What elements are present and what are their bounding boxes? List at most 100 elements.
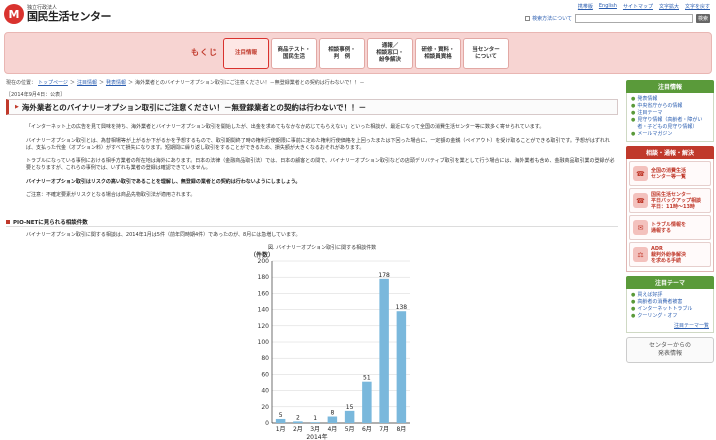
bar <box>327 416 338 423</box>
sidebar-notice-item[interactable]: ● 注目テーマ <box>631 110 709 117</box>
sidebar-notice-item[interactable]: ● 中央省庁からの情報 <box>631 103 709 110</box>
breadcrumb-separator: ＞ <box>98 80 104 86</box>
x-tick-label: 5月 <box>345 426 355 433</box>
section-heading: PIO-NETに見られる相談件数 <box>6 217 618 227</box>
y-tick-label: 40 <box>261 388 269 395</box>
theme-list-link[interactable]: 注目テーマ一覧 <box>631 322 709 329</box>
search-method-link[interactable]: 検索方法について <box>525 15 572 22</box>
sidebar-notice-link: メールマガジン <box>637 131 673 137</box>
phone-icon: ☎ <box>633 193 648 208</box>
sidebar-notice-link: 注目テーマ <box>637 110 663 116</box>
release-banner[interactable]: センターからの 発表情報 <box>626 337 714 363</box>
bar <box>396 311 407 423</box>
bullet-icon: ● <box>631 299 636 305</box>
search-input[interactable] <box>575 14 693 23</box>
breadcrumb-link-featured[interactable]: 注目情報 <box>77 79 97 86</box>
arrow-right-icon: ▶ <box>15 104 19 110</box>
y-tick-label: 80 <box>261 355 269 362</box>
bar-value-label: 8 <box>330 410 334 417</box>
contact-label: トラブル情報を 通報する <box>651 221 687 234</box>
utility-link-text-reset[interactable]: 文字を戻す <box>685 3 710 10</box>
bar-value-label: 15 <box>346 404 354 411</box>
nav-tabs: 注目情報 商品テスト・ 国民生活 相談事例・ 判 例 通報／ 相談窓口・ 紛争解… <box>223 38 509 69</box>
utility-link-sitemap[interactable]: サイトマップ <box>623 3 653 10</box>
bullet-icon: ● <box>631 306 636 312</box>
breadcrumb-link-releases[interactable]: 発表情報 <box>106 79 126 86</box>
contact-item-backup[interactable]: ☎ 国民生活センター 平日バックアップ相談 平日：11時～13時 <box>629 188 711 213</box>
contact-item-adr[interactable]: ⚖ ADR 裁判外紛争解決 を求める手続 <box>629 242 711 267</box>
sidebar-theme-item[interactable]: ● 買えば好評 <box>631 292 709 299</box>
sidebar-theme-link: 高齢者の消費者被害 <box>637 299 683 305</box>
sidebar-notice-list: ● 発表情報 ● 中央省庁からの情報 ● 注目テーマ ● 見守り情報（高齢者・障がい者・… <box>626 93 714 142</box>
bar-value-label: 178 <box>378 272 390 279</box>
nav-tab-about[interactable]: 当センター について <box>463 38 509 69</box>
sidebar-notice-link: 見守り情報（高齢者・障がい者・子どもの見守り情報） <box>637 117 703 130</box>
y-tick-label: 180 <box>258 274 270 281</box>
nav-tab-featured[interactable]: 注目情報 <box>223 38 269 69</box>
breadcrumb-link-top[interactable]: トップページ <box>38 79 68 86</box>
y-tick-label: 200 <box>258 258 270 265</box>
search-button[interactable]: 検索 <box>696 14 710 23</box>
breadcrumb-prefix: 現在の位置： <box>6 80 37 86</box>
article-notice: バイナリーオプション取引はリスクの高い取引であることを理解し、無登録の業者との契… <box>26 179 301 185</box>
section-text: バイナリーオプション取引に関する相談は、2014年1月は5件（前年同時期4件）で… <box>26 232 301 238</box>
nav-tab-report[interactable]: 通報／ 相談窓口・ 紛争解決 <box>367 38 413 69</box>
site-logo[interactable]: M 独立行政法人 国民生活センター <box>4 4 112 24</box>
x-axis-label: 2014年 <box>306 433 327 440</box>
nav-tab-training[interactable]: 研修・資料・ 相談員資格 <box>415 38 461 69</box>
main-content: ▶ 海外業者とのバイナリーオプション取引にご注意ください！－無登録業者との契約は… <box>6 99 618 440</box>
x-tick-label: 6月 <box>362 426 372 433</box>
bar-value-label: 2 <box>296 414 300 421</box>
contact-item-report[interactable]: ✉ トラブル情報を 通報する <box>629 215 711 240</box>
publish-date: ［2014年9月4日：公表］ <box>6 92 66 98</box>
bullet-icon: ● <box>631 103 636 109</box>
sidebar-notice-item[interactable]: ● 見守り情報（高齢者・障がい者・子どもの見守り情報） <box>631 117 709 131</box>
y-tick-label: 20 <box>261 404 269 411</box>
utility-links: 携帯版 English サイトマップ 文字拡大 文字を戻す <box>578 3 710 10</box>
sidebar-contact-heading: 相談・通報・解決 <box>626 146 714 159</box>
contact-label: 国民生活センター 平日バックアップ相談 平日：11時～13時 <box>651 191 702 210</box>
contact-item-centers[interactable]: ☎ 全国の消費生活 センター等一覧 <box>629 161 711 186</box>
sidebar-notice-link: 発表情報 <box>637 96 658 102</box>
utility-link-mobile[interactable]: 携帯版 <box>578 3 593 10</box>
bar <box>362 381 372 423</box>
sidebar-notice-item[interactable]: ● 発表情報 <box>631 96 709 103</box>
x-tick-label: 4月 <box>327 426 337 433</box>
sidebar-theme-item[interactable]: ● クーリング・オフ <box>631 313 709 320</box>
x-tick-label: 8月 <box>396 426 406 433</box>
bullet-icon: ● <box>631 96 636 102</box>
bullet-icon: ● <box>631 131 636 137</box>
bar-value-label: 51 <box>363 375 371 382</box>
sidebar-theme-item[interactable]: ● 高齢者の消費者被害 <box>631 299 709 306</box>
sidebar-theme-heading: 注目テーマ <box>626 276 714 289</box>
logo-mark-icon: M <box>4 4 24 24</box>
breadcrumb: 現在の位置： トップページ ＞ 注目情報 ＞ 発表情報 ＞ 海外業者とのバイナリ… <box>6 79 365 86</box>
x-tick-label: 2月 <box>293 426 303 433</box>
bar-value-label: 5 <box>279 412 283 419</box>
square-bullet-icon <box>6 219 10 224</box>
article-title: 海外業者とのバイナリーオプション取引にご注意ください！－無登録業者との契約は行わ… <box>21 102 367 112</box>
sidebar-theme-item[interactable]: ● インターネットトラブル <box>631 306 709 313</box>
sidebar-theme-list: ● 買えば好評 ● 高齢者の消費者被害 ● インターネットトラブル ● クーリング・オフ… <box>626 289 714 333</box>
scales-icon: ⚖ <box>633 247 648 262</box>
bar <box>344 410 355 423</box>
sidebar-notice-item[interactable]: ● メールマガジン <box>631 131 709 138</box>
contact-label: 全国の消費生活 センター等一覧 <box>651 167 687 180</box>
x-tick-label: 1月 <box>276 426 286 433</box>
article-footnote: ご注意：不確定要素がリスクとなる場合は商品先物取引法が適用されます。 <box>26 192 196 198</box>
nav-tab-product-test[interactable]: 商品テスト・ 国民生活 <box>271 38 317 69</box>
article-paragraph: 「インターネット上の広告を見て興味を持ち、海外業者とバイナリーオプション取引を開… <box>26 124 545 130</box>
y-tick-label: 100 <box>258 339 270 346</box>
sidebar-contact-list: ☎ 全国の消費生活 センター等一覧 ☎ 国民生活センター 平日バックアップ相談 … <box>626 159 714 272</box>
mail-icon: ✉ <box>633 220 648 235</box>
utility-link-english[interactable]: English <box>599 3 617 10</box>
nav-tab-cases[interactable]: 相談事例・ 判 例 <box>319 38 365 69</box>
section-title: PIO-NETに見られる相談件数 <box>13 219 88 226</box>
utility-link-text-larger[interactable]: 文字拡大 <box>659 3 679 10</box>
logo-text: 独立行政法人 国民生活センター <box>27 5 112 23</box>
checkbox-icon <box>525 16 531 21</box>
sidebar: 注目情報 ● 発表情報 ● 中央省庁からの情報 ● 注目テーマ ● 見守り情報（高齢者・… <box>626 80 714 363</box>
site-search: 検索方法について 検索 <box>525 14 710 23</box>
sidebar-notice-heading: 注目情報 <box>626 80 714 93</box>
nav-label: もくじ <box>191 48 218 57</box>
